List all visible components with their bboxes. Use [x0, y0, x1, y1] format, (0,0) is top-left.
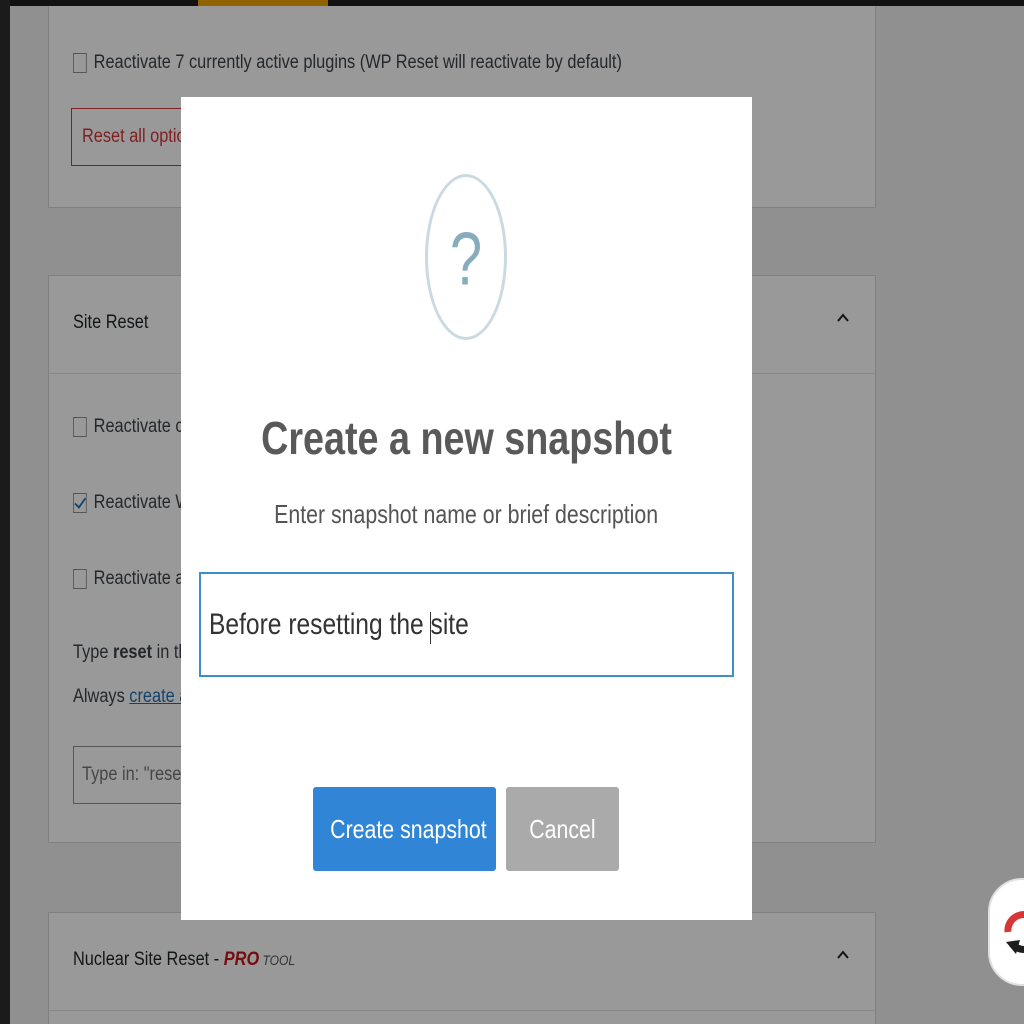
snapshot-name-input[interactable]: Before resetting the site — [199, 572, 734, 677]
cancel-button[interactable]: Cancel — [506, 787, 619, 871]
dialog-subtitle: Enter snapshot name or brief description — [181, 499, 752, 530]
wp-reset-logo-icon — [1004, 911, 1024, 954]
dialog-title: Create a new snapshot — [181, 411, 752, 465]
cancel-label: Cancel — [529, 814, 596, 844]
dialog-subtitle-text: Enter snapshot name or brief description — [274, 499, 659, 529]
create-snapshot-dialog: ? Create a new snapshot Enter snapshot n… — [181, 97, 752, 920]
create-snapshot-label: Create snapshot — [330, 814, 487, 844]
question-mark-glyph: ? — [449, 217, 483, 302]
create-snapshot-button[interactable]: Create snapshot — [313, 787, 496, 871]
text-cursor — [430, 612, 431, 644]
question-mark-icon: ? — [425, 174, 507, 340]
dialog-title-text: Create a new snapshot — [261, 412, 672, 464]
admin-sidebar-edge-dimmed — [0, 0, 10, 1024]
wp-reset-floating-button[interactable] — [988, 878, 1024, 986]
